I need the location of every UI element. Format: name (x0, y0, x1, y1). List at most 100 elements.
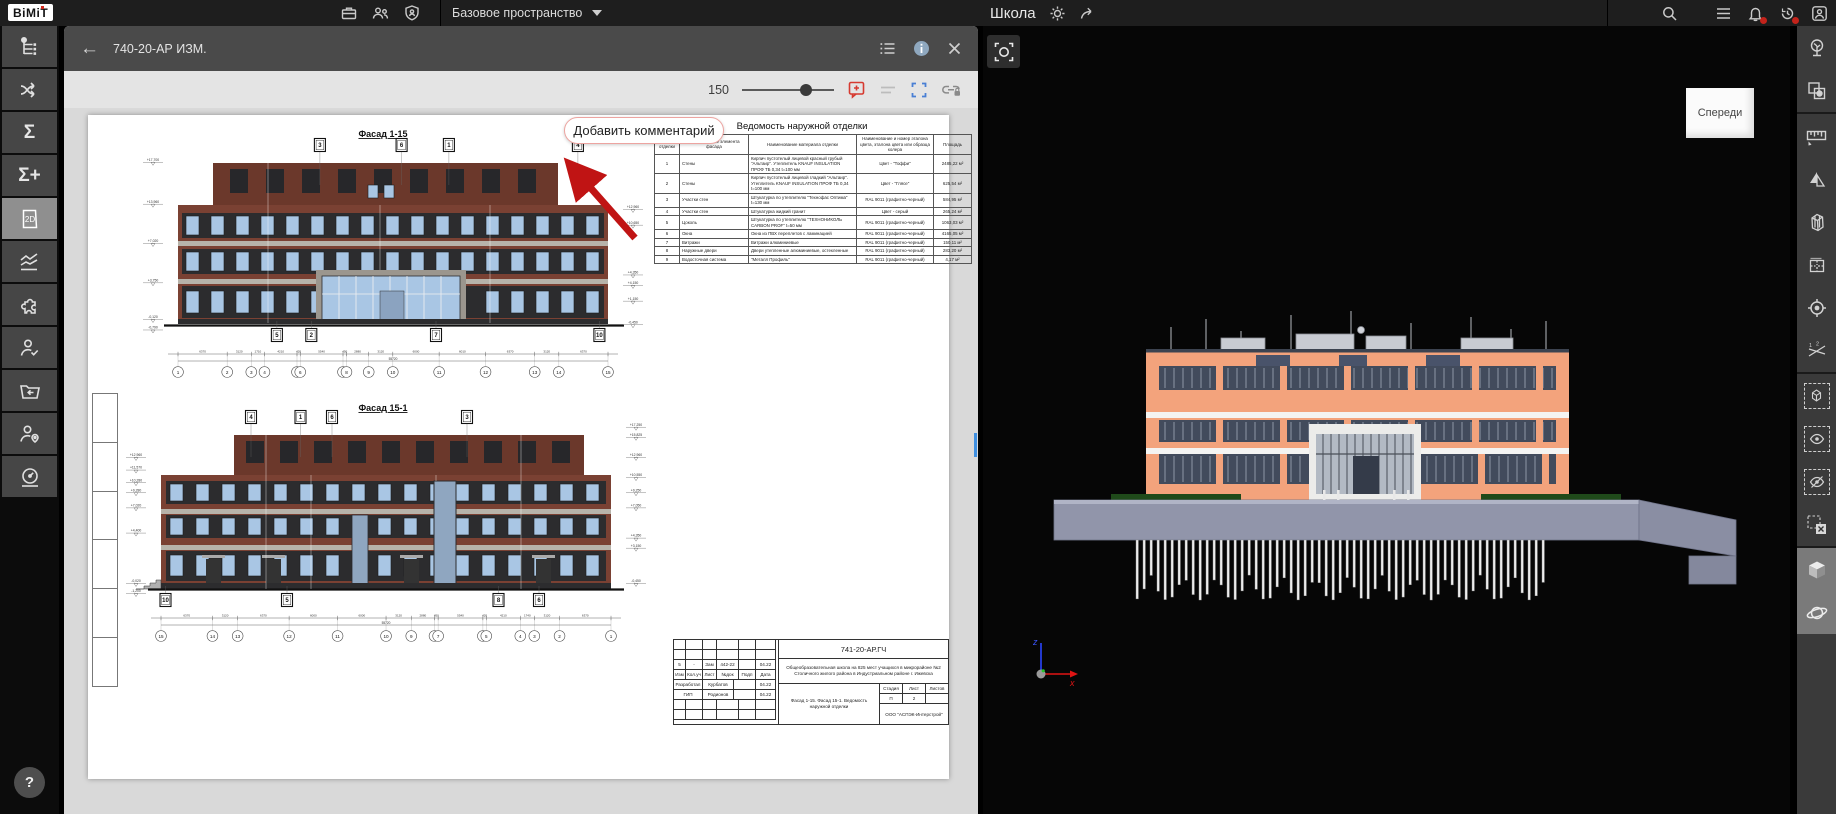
user-profile-icon[interactable] (1811, 5, 1828, 22)
sidebar-item-documents-2d[interactable]: 2D (2, 198, 57, 239)
left-toolbar: Σ Σ+ 2D ? (0, 26, 59, 814)
title-block-cell (717, 710, 739, 720)
sidebar-item-process-links[interactable] (2, 69, 57, 110)
zoom-slider[interactable] (742, 83, 834, 97)
svg-text:3120: 3120 (236, 350, 243, 354)
svg-text:-0,020: -0,020 (131, 579, 141, 583)
shield-user-icon[interactable] (403, 4, 421, 22)
svg-text:-1,200: -1,200 (131, 589, 141, 593)
title-block-cell: - (686, 660, 703, 670)
isolate-cube-icon (1804, 383, 1830, 409)
svg-text:+9,250: +9,250 (631, 488, 642, 492)
title-block-cell (717, 700, 739, 710)
add-comment-tooltip[interactable]: Добавить комментарий (564, 117, 724, 144)
sidebar-item-user-locations[interactable] (2, 413, 57, 454)
settings-gear-icon[interactable] (1049, 5, 1066, 22)
svg-text:+13,960: +13,960 (147, 200, 159, 204)
document-toolbar: 150 (64, 71, 978, 108)
svg-text:3: 3 (250, 370, 253, 375)
tool-floor-plans[interactable] (1797, 243, 1836, 286)
tool-show-selection[interactable] (1797, 417, 1836, 460)
sidebar-item-shared-folder[interactable] (2, 370, 57, 411)
title-block-cell (703, 650, 717, 660)
sidebar-item-user-tasks[interactable] (2, 327, 57, 368)
finishes-cell: 8 (655, 247, 680, 256)
tool-section-flash[interactable] (1797, 157, 1836, 200)
title-block-cell: 5 (674, 660, 686, 670)
tool-orbit-view[interactable] (1797, 591, 1836, 634)
finishes-row: 6ОкнаОкна из ПВХ переплетов с ламинацией… (655, 230, 972, 239)
recent-history-icon[interactable] (1779, 5, 1796, 22)
view-cube-label: Спереди (1698, 107, 1743, 119)
title-block-cell: №док (717, 670, 739, 680)
svg-text:-0,450: -0,450 (631, 579, 641, 583)
sheet-list-icon[interactable] (879, 41, 896, 56)
notifications-bell-icon[interactable] (1747, 5, 1764, 22)
tool-object-selection[interactable] (1797, 69, 1836, 114)
tool-isolate-selection[interactable] (1797, 374, 1836, 417)
svg-text:+7,050: +7,050 (631, 503, 642, 507)
document-scrollbar[interactable] (974, 433, 977, 457)
close-icon[interactable] (947, 41, 962, 56)
sidebar-item-totals-add[interactable]: Σ+ (2, 155, 57, 196)
svg-text:5: 5 (485, 634, 488, 639)
finishes-table: № отделкиНаименование элемента фасадаНаи… (654, 134, 972, 264)
finishes-row: 4Участки стенШтукатурка жидкий гранитЦве… (655, 207, 972, 216)
fit-screen-icon[interactable] (910, 81, 928, 99)
zoom-slider-knob[interactable] (800, 84, 812, 96)
finishes-cell: RAL 9011 (графитно-черный) (857, 193, 934, 207)
tool-environment-tree[interactable] (1797, 26, 1836, 69)
sidebar-item-project-structure[interactable] (2, 26, 57, 67)
search-icon[interactable] (1661, 5, 1678, 22)
tool-section-box[interactable] (1797, 200, 1836, 243)
sheets-label: Листов (926, 684, 948, 693)
briefcase-icon[interactable] (340, 4, 358, 22)
sidebar-item-totals-sum[interactable]: Σ (2, 112, 57, 153)
comment-list-icon[interactable] (879, 83, 897, 97)
svg-text:10: 10 (390, 370, 396, 375)
finishes-cell: 4165,05 м² (934, 230, 972, 239)
finishes-cell: 1063,03 м² (934, 216, 972, 230)
svg-text:4210: 4210 (277, 350, 284, 354)
share-arrow-icon[interactable] (1079, 5, 1097, 21)
tool-locate-point[interactable] (1797, 286, 1836, 329)
finishes-cell: Водосточная система (680, 255, 749, 264)
sidebar-item-dashboard[interactable] (2, 456, 57, 497)
workspace-selector[interactable]: Базовое пространство (452, 0, 602, 26)
focus-target-button[interactable] (987, 35, 1020, 68)
svg-text:6000: 6000 (413, 350, 420, 354)
tool-view-cube[interactable] (1797, 548, 1836, 591)
help-button[interactable]: ? (14, 767, 45, 798)
svg-text:9: 9 (410, 634, 413, 639)
svg-text:6370: 6370 (199, 350, 206, 354)
sidebar-item-plugins[interactable] (2, 284, 57, 325)
sidebar-item-charts[interactable] (2, 241, 57, 282)
right-toolbar: 12 (1797, 26, 1836, 814)
stage-value: П (880, 694, 903, 703)
finishes-col-header: Площадь (934, 135, 972, 155)
document-canvas[interactable]: Фасад 1-15 1234567891011121314156370 (64, 108, 978, 814)
title-block-cell (674, 650, 686, 660)
add-comment-icon[interactable] (847, 80, 866, 99)
tool-hide-selection[interactable] (1797, 460, 1836, 503)
title-block-cell (717, 650, 739, 660)
svg-text:4210: 4210 (500, 614, 507, 618)
svg-text:6000: 6000 (310, 614, 317, 618)
bimit-logo[interactable]: BiMiT (8, 4, 53, 21)
info-icon[interactable] (913, 40, 930, 57)
svg-text:15: 15 (158, 634, 164, 639)
svg-text:10: 10 (162, 598, 169, 604)
back-arrow-icon[interactable]: ← (80, 39, 99, 58)
title-block-cell: Разработал (674, 680, 703, 690)
view-cube-front-face[interactable]: Спереди (1686, 88, 1754, 138)
tool-clear-selection[interactable] (1797, 503, 1836, 548)
tool-measure-ruler[interactable] (1797, 114, 1836, 157)
link-lock-icon[interactable] (941, 81, 962, 98)
building-3d-model[interactable] (1041, 304, 1741, 634)
list-view-icon[interactable] (1715, 6, 1732, 21)
axis-gizmo: z x (1029, 634, 1081, 690)
viewport-3d[interactable]: Спереди (983, 26, 1790, 814)
users-group-icon[interactable] (371, 4, 390, 22)
tool-axes-grid[interactable]: 12 (1797, 329, 1836, 374)
title-block-cell (739, 710, 756, 720)
